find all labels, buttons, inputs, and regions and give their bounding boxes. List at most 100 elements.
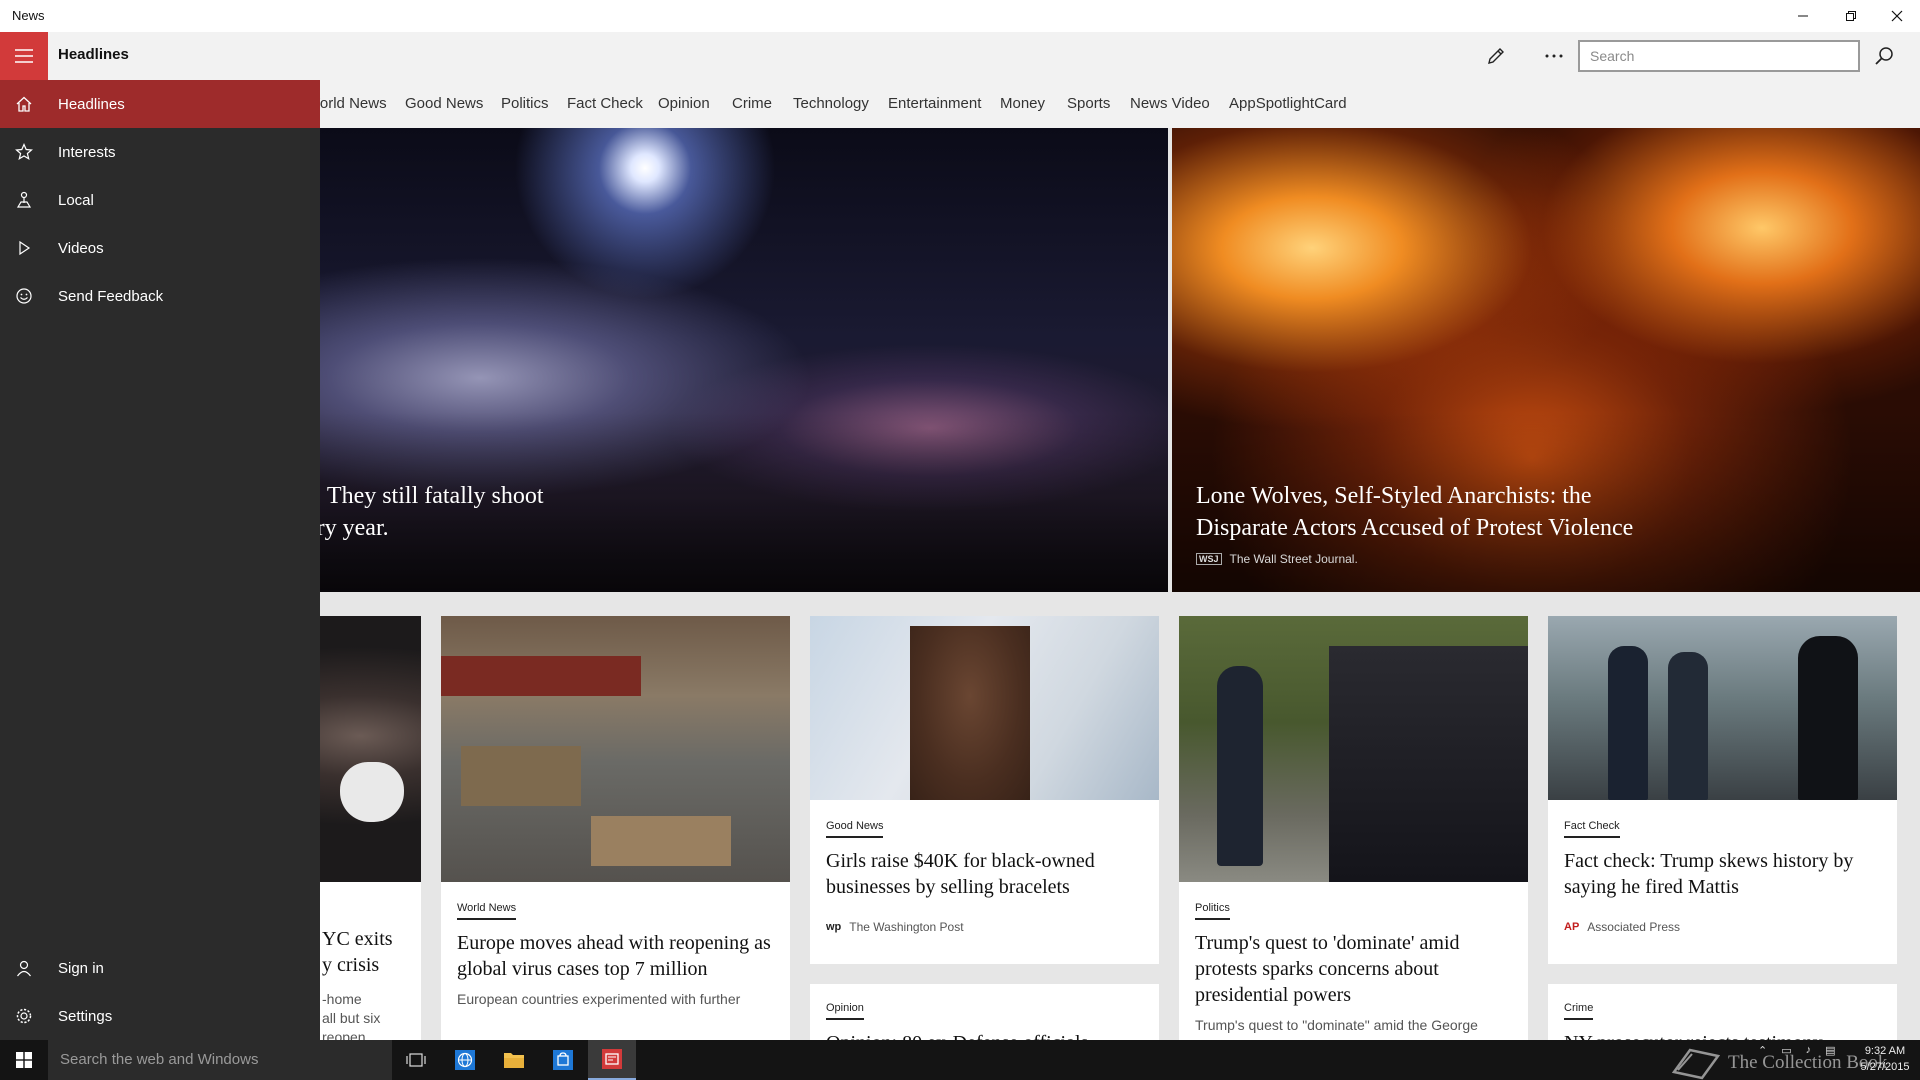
tab-opinion[interactable]: Opinion xyxy=(658,95,710,112)
taskbar-news-button[interactable] xyxy=(588,1040,636,1080)
card-image xyxy=(1548,616,1897,800)
system-tray: ⌃ ▭ ♪ ▤ xyxy=(1758,1044,1836,1057)
taskbar: Search the web and Windows The Collectio… xyxy=(0,1040,1920,1080)
more-options-button[interactable] xyxy=(1530,32,1578,80)
nav-item-label: Settings xyxy=(58,1007,113,1025)
book-icon xyxy=(1672,1048,1720,1080)
pencil-icon xyxy=(1488,48,1504,64)
windows-logo-icon xyxy=(16,1052,32,1068)
taskbar-explorer-button[interactable] xyxy=(490,1040,538,1080)
edit-button[interactable] xyxy=(1472,32,1520,80)
washington-post-logo: wp xyxy=(826,921,842,933)
news-card[interactable]: Opinion Opinion: 80 ex-Defense officials xyxy=(810,984,1159,1040)
card-source: wp The Washington Post xyxy=(826,920,1143,934)
search-button[interactable] xyxy=(1860,32,1908,80)
card-snippet: -home all but six reopen xyxy=(322,991,381,1040)
awning-shape xyxy=(441,656,641,696)
hero-left-title: s. They still fatally shoot ery year. xyxy=(306,483,544,541)
tab-technology[interactable]: Technology xyxy=(793,95,869,112)
card-title: Girls raise $40K for black-owned busines… xyxy=(826,850,1095,898)
more-icon xyxy=(1545,54,1563,58)
hero-right-source: WSJ The Wall Street Journal. xyxy=(1196,552,1358,566)
wsj-logo: WSJ xyxy=(1196,553,1222,565)
person-icon xyxy=(17,960,31,977)
tab-crime[interactable]: Crime xyxy=(732,95,772,112)
news-card[interactable]: Politics Trump's quest to 'dominate' ami… xyxy=(1179,616,1528,1040)
tab-entertainment[interactable]: Entertainment xyxy=(888,95,981,112)
page-title: Headlines xyxy=(58,46,129,63)
volume-icon[interactable]: ♪ xyxy=(1806,1044,1812,1057)
nav-item-send-feedback[interactable]: Send Feedback xyxy=(0,272,320,320)
tables-shape xyxy=(591,816,731,866)
card-image xyxy=(1179,616,1528,882)
taskbar-clock[interactable]: 9:32 AM 5/27/2015 xyxy=(1854,1043,1916,1075)
news-card[interactable]: Crime NY prosecutor rejects testimony xyxy=(1548,984,1897,1040)
news-card[interactable]: Good News Girls raise $40K for black-own… xyxy=(810,616,1159,964)
task-view-icon xyxy=(406,1053,426,1067)
tab-sports[interactable]: Sports xyxy=(1067,95,1110,112)
nav-item-videos[interactable]: Videos xyxy=(0,224,320,272)
hero-right-title: Lone Wolves, Self-Styled Anarchists: the… xyxy=(1196,483,1634,541)
task-view-button[interactable] xyxy=(392,1040,440,1080)
nav-item-headlines[interactable]: Headlines xyxy=(0,80,320,128)
search-input[interactable] xyxy=(1578,40,1860,72)
tab-good-news[interactable]: Good News xyxy=(405,95,483,112)
home-icon xyxy=(16,96,32,112)
close-icon xyxy=(1891,10,1903,22)
tab-app-spotlight[interactable]: AppSpotlightCard xyxy=(1229,95,1347,112)
store-icon xyxy=(553,1050,573,1070)
taskbar-browser-button[interactable] xyxy=(441,1040,489,1080)
local-icon xyxy=(16,191,32,208)
tab-money[interactable]: Money xyxy=(1000,95,1045,112)
close-button[interactable] xyxy=(1874,0,1920,32)
card-title: Opinion: 80 ex-Defense officials xyxy=(826,1030,1143,1040)
card-image xyxy=(810,616,1159,800)
clock-date: 5/27/2015 xyxy=(1860,1061,1910,1073)
card-tag: Crime xyxy=(1564,1002,1594,1020)
network-icon[interactable]: ▭ xyxy=(1781,1044,1791,1057)
tab-news-video[interactable]: News Video xyxy=(1130,95,1210,112)
ap-logo: AP xyxy=(1564,921,1580,933)
nav-item-sign-in[interactable]: Sign in xyxy=(0,944,320,992)
news-app-icon xyxy=(602,1049,622,1069)
police-line-shape xyxy=(1329,646,1528,882)
taskbar-search-box[interactable]: Search the web and Windows xyxy=(48,1040,392,1080)
source-name: Associated Press xyxy=(1587,920,1680,934)
minimize-icon xyxy=(1798,15,1808,17)
start-button[interactable] xyxy=(0,1040,48,1080)
nav-item-local[interactable]: Local xyxy=(0,176,320,224)
source-name: The Washington Post xyxy=(849,920,964,934)
window-titlebar: News xyxy=(0,0,1920,32)
nav-item-label: Interests xyxy=(58,143,116,161)
face-mask-shape xyxy=(340,762,404,822)
card-title: NY prosecutor rejects testimony xyxy=(1564,1030,1881,1040)
chevron-up-icon[interactable]: ⌃ xyxy=(1758,1044,1767,1057)
minimize-button[interactable] xyxy=(1780,0,1826,32)
nav-item-settings[interactable]: Settings xyxy=(0,992,320,1040)
app-bar: Headlines xyxy=(0,32,1920,80)
restore-button[interactable] xyxy=(1828,0,1874,32)
news-card[interactable]: World News Europe moves ahead with reope… xyxy=(441,616,790,1040)
news-card[interactable]: Fact Check Fact check: Trump skews histo… xyxy=(1548,616,1897,964)
restore-icon xyxy=(1846,11,1856,21)
action-center-icon[interactable]: ▤ xyxy=(1825,1044,1835,1057)
figure-shape xyxy=(1608,646,1648,800)
hamburger-icon xyxy=(15,49,33,63)
taskbar-store-button[interactable] xyxy=(539,1040,587,1080)
figure-shape xyxy=(1217,666,1263,866)
tab-politics[interactable]: Politics xyxy=(501,95,549,112)
card-source: AP Associated Press xyxy=(1564,920,1881,934)
tab-fact-check[interactable]: Fact Check xyxy=(567,95,643,112)
search-icon xyxy=(1875,47,1893,65)
nav-item-interests[interactable]: Interests xyxy=(0,128,320,176)
hamburger-button[interactable] xyxy=(0,32,48,80)
girl-shape xyxy=(910,626,1030,800)
figure-shape xyxy=(1668,652,1708,800)
card-tag: Politics xyxy=(1195,902,1230,920)
nav-item-label: Videos xyxy=(58,239,104,257)
card-tag: World News xyxy=(457,902,517,920)
folder-icon xyxy=(504,1053,524,1068)
globe-icon xyxy=(455,1050,475,1070)
hero-story-right[interactable]: Lone Wolves, Self-Styled Anarchists: the… xyxy=(1172,128,1920,592)
card-title: Europe moves ahead with reopening as glo… xyxy=(457,932,771,980)
